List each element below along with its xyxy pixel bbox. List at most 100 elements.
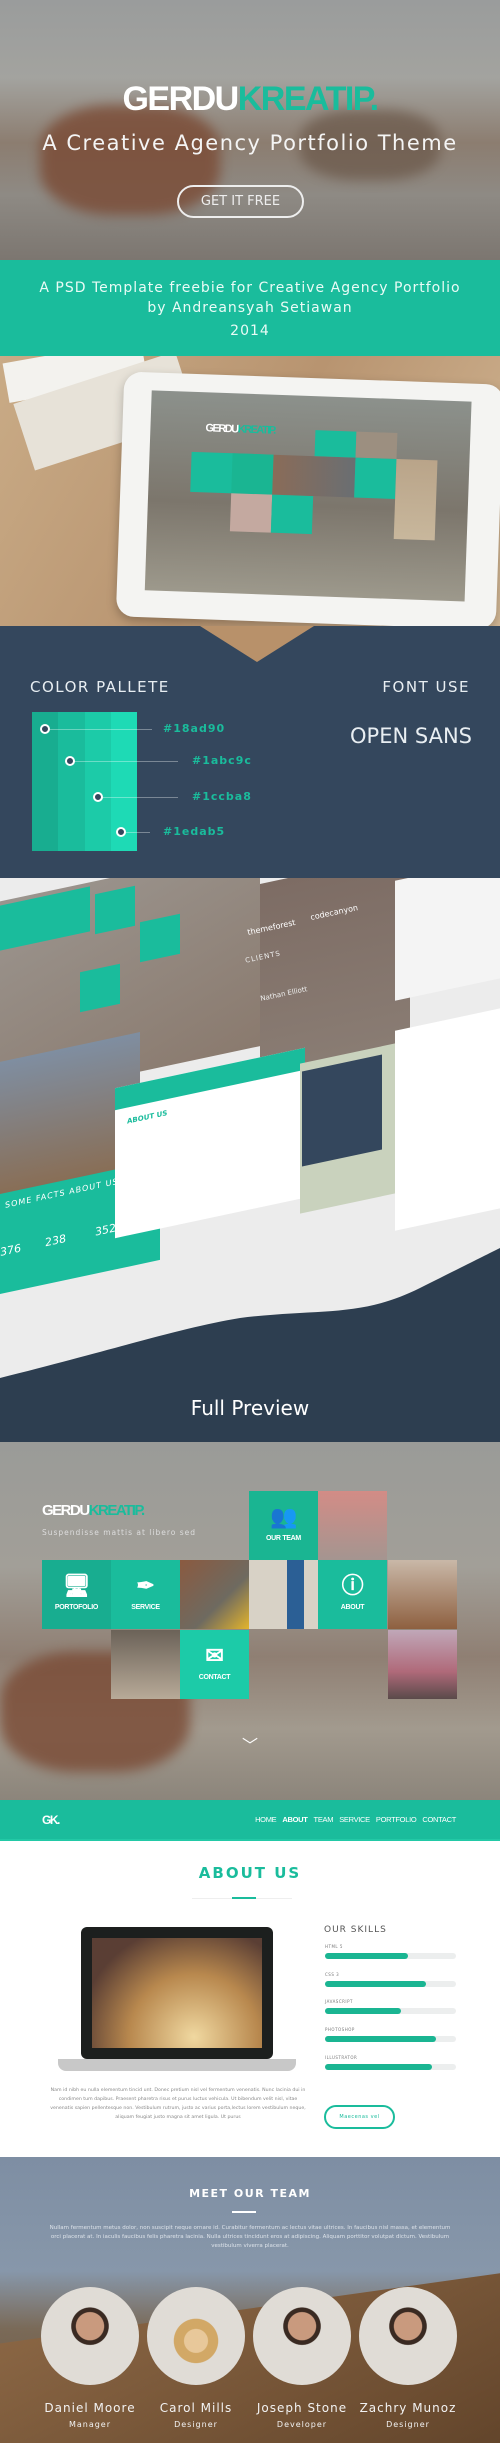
laptop-mockup — [81, 1927, 273, 2059]
skill-bar — [325, 1980, 456, 1987]
skill-label: JAVASCRIPT — [325, 1999, 353, 2005]
tile-about[interactable]: ⓘ ABOUT — [318, 1560, 387, 1629]
nav-item-service[interactable]: SERVICE — [339, 1815, 370, 1824]
swatch-leader-line — [98, 797, 178, 798]
swatch-leader-line — [45, 729, 152, 730]
skill-bar-fill — [325, 2036, 437, 2043]
team-paragraph: Nullam fermentum metus dolor, non suscip… — [49, 2225, 451, 2249]
preview-logo: GERDUKREATIP. — [42, 1502, 145, 1519]
team-member: Zachry Munoz Designer — [358, 2287, 458, 2429]
member-name: Zachry Munoz — [359, 2401, 457, 2415]
tile-service[interactable]: ✒ SERVICE — [111, 1560, 180, 1629]
photo-tile — [388, 1630, 457, 1699]
skill-label: PHOTOSHOP — [325, 2027, 355, 2033]
swatch-hex-label: #1edab5 — [163, 825, 226, 838]
tile-contact[interactable]: ✉ CONTACT — [180, 1630, 249, 1699]
hero-logo: GERDUKREATIP. — [122, 80, 379, 118]
skill-bar-fill — [325, 1953, 408, 1959]
avatar — [147, 2287, 245, 2385]
skill-label: ILLUSTRATOR — [325, 2054, 358, 2060]
skill-label: HTML 5 — [325, 1944, 343, 1949]
skill-bar — [325, 2063, 456, 2070]
photo-tile — [180, 1560, 249, 1629]
palette-section: COLOR PALLETE FONT USE OPEN SANS #18ad90… — [0, 626, 500, 878]
band-line1: A PSD Template freebie for Creative Agen… — [39, 280, 461, 296]
photo-tile — [388, 1560, 457, 1629]
team-member: Joseph Stone Developer — [252, 2287, 352, 2429]
member-role: Designer — [386, 2420, 430, 2429]
photo-tile — [249, 1560, 318, 1629]
nav-item-about[interactable]: ABOUT — [282, 1815, 307, 1824]
team-section: MEET OUR TEAM Nullam fermentum metus dol… — [0, 2157, 500, 2443]
avatar — [359, 2287, 457, 2385]
skill-bar — [325, 2036, 456, 2043]
avatar — [253, 2287, 351, 2385]
nav-item-portfolio[interactable]: PORTFOLIO — [376, 1815, 417, 1824]
title-underline — [232, 2211, 256, 2213]
photo-tile — [111, 1630, 180, 1699]
tablet-frame: GERDUKREATIP. — [115, 371, 500, 626]
full-preview-title: Full Preview — [190, 1396, 310, 1420]
get-it-free-button[interactable]: GET IT FREE — [177, 185, 304, 218]
skill-bar — [325, 2008, 456, 2015]
photo-tile — [318, 1491, 387, 1560]
swatch-hex-label: #18ad90 — [163, 722, 226, 735]
preview-subtitle: Suspendisse mattis at libero sed — [42, 1528, 197, 1537]
tile-our-team[interactable]: 👥 OUR TEAM — [249, 1491, 318, 1560]
member-name: Carol Mills — [159, 2401, 233, 2415]
swatch-hex-label: #1abc9c — [192, 754, 252, 767]
users-icon: 👥 — [269, 1504, 298, 1529]
title-underline — [232, 1897, 256, 1899]
nav-item-team[interactable]: TEAM — [314, 1815, 334, 1824]
skills-title: OUR SKILLS — [324, 1925, 387, 1935]
tile-portfolio[interactable]: 🖥 PORTOFOLIO — [42, 1560, 111, 1629]
skill-bar-fill — [325, 2063, 433, 2070]
chevron-down-icon[interactable]: ﹀ — [0, 1732, 500, 1756]
hero-tagline: A Creative Agency Portfolio Theme — [42, 131, 458, 155]
team-member: Carol Mills Designer — [146, 2287, 246, 2429]
font-use-title: FONT USE — [382, 678, 470, 696]
band-line2: by Andreansyah Setiawan — [147, 300, 353, 316]
member-name: Joseph Stone — [256, 2401, 348, 2415]
tablet-screen: GERDUKREATIP. — [144, 390, 472, 602]
preview-hero: GERDUKREATIP. Suspendisse mattis at libe… — [0, 1442, 500, 1800]
nav-item-home[interactable]: HOME — [255, 1815, 277, 1824]
envelope-icon: ✉ — [205, 1643, 224, 1668]
member-role: Developer — [276, 2420, 328, 2429]
swatch-leader-line — [70, 761, 178, 762]
nav-item-contact[interactable]: CONTACT — [422, 1815, 456, 1824]
mockup-collage: SOME FACTS ABOUT US 376 238 352 ABOUT US… — [0, 878, 500, 1442]
band-year: 2014 — [230, 323, 270, 339]
skill-label: CSS 3 — [325, 1971, 340, 1977]
swatch-dot — [93, 792, 103, 802]
palette-title: COLOR PALLETE — [30, 678, 170, 696]
swatch-hex-label: #1ccba8 — [192, 790, 252, 803]
navbar: GK. HOME ABOUT TEAM SERVICE PORTFOLIO CONTACT — [0, 1800, 500, 1841]
swatch-dot — [65, 756, 75, 766]
skill-bar-fill — [325, 1980, 426, 1987]
info-band: A PSD Template freebie for Creative Agen… — [0, 260, 500, 356]
info-icon: ⓘ — [341, 1573, 364, 1598]
member-role: Designer — [174, 2420, 218, 2429]
member-name: Daniel Moore — [44, 2401, 136, 2415]
wave-divider — [0, 1248, 500, 1442]
skill-bar — [325, 1953, 456, 1959]
font-name: OPEN SANS — [350, 724, 472, 748]
maecenas-button[interactable]: Maecenas vel — [324, 2105, 395, 2129]
monitor-icon: 🖥 — [62, 1573, 91, 1598]
swatch-dot — [116, 827, 126, 837]
nav-logo[interactable]: GK. — [42, 1813, 60, 1827]
avatar — [41, 2287, 139, 2385]
member-role: Manager — [68, 2420, 112, 2429]
team-member: Daniel Moore Manager — [40, 2287, 140, 2429]
swatch-dot — [40, 724, 50, 734]
notch — [200, 626, 314, 662]
team-title: MEET OUR TEAM — [189, 2187, 311, 2200]
skill-bar-fill — [325, 2008, 401, 2015]
pen-icon: ✒ — [136, 1573, 155, 1598]
about-title: ABOUT US — [198, 1864, 302, 1882]
about-paragraph: Nam id nibh eu nulla elementum tincid un… — [50, 2088, 306, 2120]
hero-section: GERDUKREATIP. A Creative Agency Portfoli… — [0, 0, 500, 260]
tablet-mockup: GERDUKREATIP. — [0, 356, 500, 626]
about-section: ABOUT US OUR SKILLS HTML 5 CSS 3 JAVASCR… — [0, 1841, 500, 2157]
